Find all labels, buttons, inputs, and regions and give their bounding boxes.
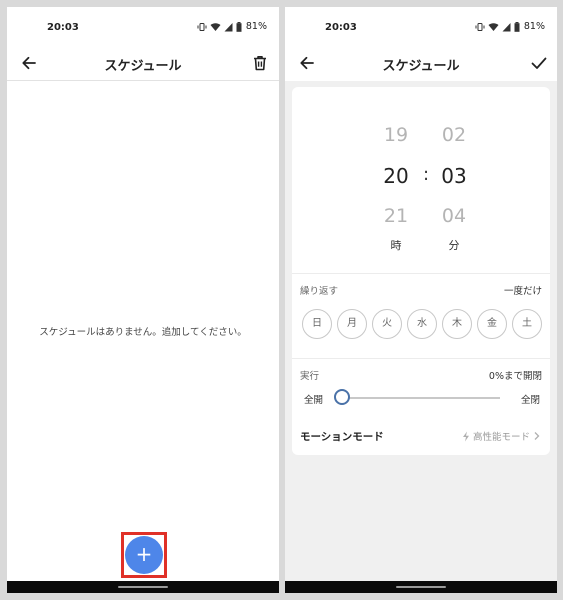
status-icons: 81% xyxy=(197,21,267,32)
schedule-settings-card: 19 20 21 時 : 02 03 04 分 繰り返す 一度だけ 日 月 火 … xyxy=(292,87,550,455)
motion-mode-value: 高性能モード xyxy=(472,432,530,443)
minute-selected[interactable]: 03 xyxy=(434,164,474,188)
status-time: 20:03 xyxy=(47,22,79,33)
position-slider-thumb[interactable] xyxy=(334,389,350,405)
repeat-label: 繰り返す xyxy=(300,286,339,297)
time-separator: : xyxy=(423,164,430,185)
minute-unit-label: 分 xyxy=(448,239,460,252)
execute-label: 実行 xyxy=(300,371,320,382)
signal-icon xyxy=(502,22,511,31)
schedule-list-screen: 20:03 81% スケジュール スケジュールはありません。追加してください。 … xyxy=(7,7,279,593)
hour-unit-label: 時 xyxy=(390,239,402,252)
motion-mode-label: モーションモード xyxy=(300,431,384,443)
day-sunday[interactable]: 日 xyxy=(302,309,332,339)
day-tuesday[interactable]: 火 xyxy=(372,309,402,339)
divider xyxy=(292,273,550,274)
status-time: 20:03 xyxy=(325,22,357,33)
signal-icon xyxy=(224,22,233,31)
system-nav-bar xyxy=(7,581,279,593)
hour-prev[interactable]: 19 xyxy=(376,124,416,146)
empty-state-message: スケジュールはありません。追加してください。 xyxy=(39,327,247,338)
minute-prev[interactable]: 02 xyxy=(434,124,474,146)
day-saturday[interactable]: 土 xyxy=(512,309,542,339)
lightning-icon xyxy=(462,431,469,441)
system-nav-bar xyxy=(285,581,557,593)
divider xyxy=(292,358,550,359)
chevron-right-icon xyxy=(534,432,540,440)
app-bar: スケジュール xyxy=(7,45,279,81)
status-icons: 81% xyxy=(475,21,545,32)
hour-selected[interactable]: 20 xyxy=(376,164,416,188)
day-friday[interactable]: 金 xyxy=(477,309,507,339)
check-icon[interactable] xyxy=(529,53,549,73)
day-thursday[interactable]: 木 xyxy=(442,309,472,339)
battery-icon xyxy=(236,21,242,32)
motion-mode-selector[interactable]: 高性能モード xyxy=(462,429,540,443)
wifi-icon xyxy=(210,22,221,31)
hour-next[interactable]: 21 xyxy=(376,205,416,227)
battery-percent: 81% xyxy=(245,21,267,32)
weekday-selector: 日 月 火 水 木 金 土 xyxy=(302,309,542,339)
home-indicator[interactable] xyxy=(118,586,168,588)
app-bar: スケジュール xyxy=(285,45,557,81)
hour-wheel[interactable]: 19 20 21 時 xyxy=(376,87,416,265)
status-bar: 20:03 81% xyxy=(285,7,557,45)
day-wednesday[interactable]: 水 xyxy=(407,309,437,339)
minute-wheel[interactable]: 02 03 04 分 xyxy=(434,87,474,265)
time-picker[interactable]: 19 20 21 時 : 02 03 04 分 xyxy=(292,87,550,265)
execute-value: 0%まで開閉 xyxy=(488,371,542,382)
home-indicator[interactable] xyxy=(396,586,446,588)
battery-percent: 81% xyxy=(523,21,545,32)
vibrate-icon xyxy=(475,22,485,31)
position-slider-track[interactable] xyxy=(345,397,500,399)
add-schedule-button[interactable]: + xyxy=(125,536,163,574)
slider-min-label: 全開 xyxy=(304,395,324,406)
repeat-value[interactable]: 一度だけ xyxy=(504,283,542,297)
battery-icon xyxy=(514,21,520,32)
minute-next[interactable]: 04 xyxy=(434,205,474,227)
trash-icon[interactable] xyxy=(250,53,270,73)
page-title: スケジュール xyxy=(382,59,460,74)
wifi-icon xyxy=(488,22,499,31)
slider-max-label: 全閉 xyxy=(520,395,540,406)
page-title: スケジュール xyxy=(104,59,182,74)
vibrate-icon xyxy=(197,22,207,31)
schedule-edit-screen: 20:03 81% スケジュール 19 20 21 時: 02 03 04 分… xyxy=(285,7,557,593)
status-bar: 20:03 81% xyxy=(7,7,279,45)
day-monday[interactable]: 月 xyxy=(337,309,367,339)
